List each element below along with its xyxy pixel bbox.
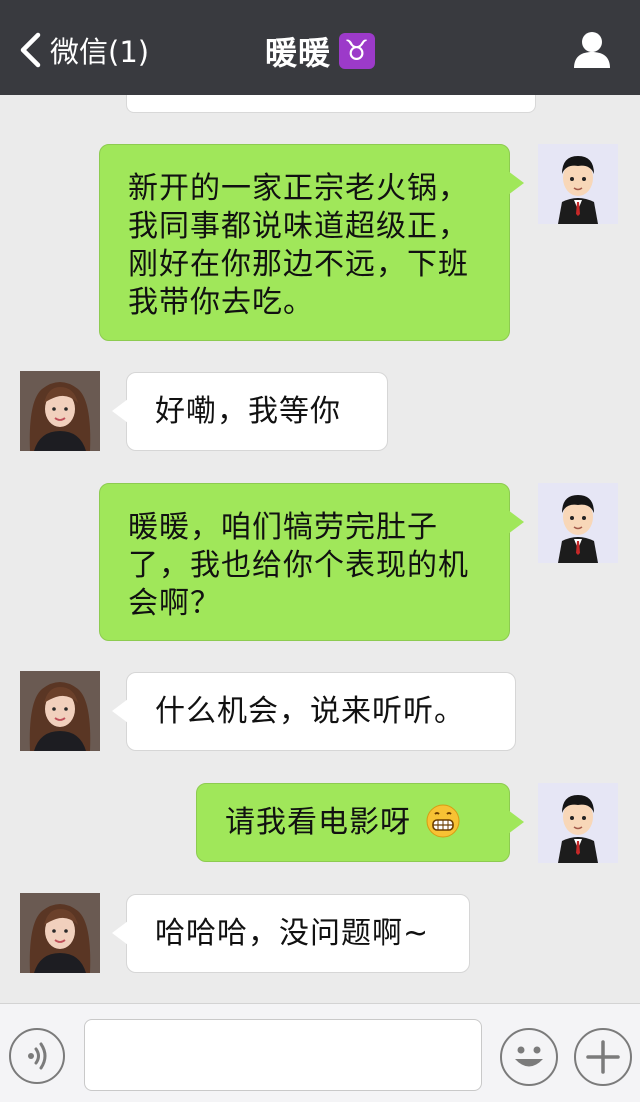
girl-photo-avatar-icon bbox=[20, 893, 100, 973]
message-bubble-outgoing[interactable]: 暖暖，咱们犒劳完肚子了，我也给你个表现的机会啊？ bbox=[99, 483, 524, 641]
contact-name: 暖暖 bbox=[264, 34, 331, 72]
message-text-field[interactable] bbox=[84, 1019, 482, 1091]
taurus-icon: ♉ bbox=[339, 33, 375, 69]
message-bubble-incoming[interactable]: 好嘞，我等你 bbox=[112, 372, 388, 451]
message-bubble-outgoing[interactable]: 请我看电影呀 bbox=[196, 783, 524, 862]
message-text: 请我看电影呀 bbox=[225, 805, 411, 840]
grinning-face-icon bbox=[426, 804, 460, 838]
person-icon bbox=[574, 32, 610, 68]
emoji-button[interactable] bbox=[500, 1028, 558, 1086]
contact-avatar[interactable] bbox=[20, 893, 100, 973]
message-bubble-incoming[interactable]: 哈哈哈，没问题啊~ bbox=[112, 894, 470, 973]
emoji-icon bbox=[515, 1046, 543, 1067]
chat-header: 微信(1) 暖暖 ♉ bbox=[0, 0, 640, 95]
message-bubble-outgoing[interactable]: 新开的一家正宗老火锅，我同事都说味道超级正，刚好在你那边不远，下班我带你去吃。 bbox=[99, 144, 524, 341]
message-input-bar bbox=[0, 1003, 640, 1102]
more-actions-button[interactable] bbox=[574, 1028, 632, 1086]
message-text: 好嘞，我等你 bbox=[155, 394, 341, 429]
chat-title: 暖暖 ♉ bbox=[0, 28, 640, 74]
cartoon-man-avatar-icon bbox=[538, 144, 618, 224]
contact-avatar[interactable] bbox=[20, 671, 100, 751]
message-text: 新开的一家正宗老火锅，我同事都说味道超级正，刚好在你那边不远，下班我带你去吃。 bbox=[128, 171, 469, 320]
plus-icon bbox=[586, 1040, 620, 1074]
girl-photo-avatar-icon bbox=[20, 371, 100, 451]
message-text: 什么机会，说来听听。 bbox=[155, 694, 465, 729]
my-avatar[interactable] bbox=[538, 783, 618, 863]
girl-photo-avatar-icon bbox=[20, 671, 100, 751]
message-bubble-incoming[interactable]: 什么机会，说来听听。 bbox=[112, 672, 516, 751]
my-avatar[interactable] bbox=[538, 483, 618, 563]
message-text: 暖暖，咱们犒劳完肚子了，我也给你个表现的机会啊？ bbox=[128, 510, 469, 621]
voice-icon bbox=[28, 1042, 47, 1070]
cartoon-man-avatar-icon bbox=[538, 483, 618, 563]
my-avatar[interactable] bbox=[538, 144, 618, 224]
cartoon-man-avatar-icon bbox=[538, 783, 618, 863]
message-list[interactable]: 新开的一家正宗老火锅，我同事都说味道超级正，刚好在你那边不远，下班我带你去吃。 bbox=[0, 95, 640, 1003]
message-text: 哈哈哈，没问题啊~ bbox=[155, 916, 430, 951]
partial-message-bubble bbox=[126, 95, 536, 113]
voice-input-button[interactable] bbox=[9, 1028, 65, 1084]
chat-info-button[interactable] bbox=[572, 30, 612, 70]
contact-avatar[interactable] bbox=[20, 371, 100, 451]
